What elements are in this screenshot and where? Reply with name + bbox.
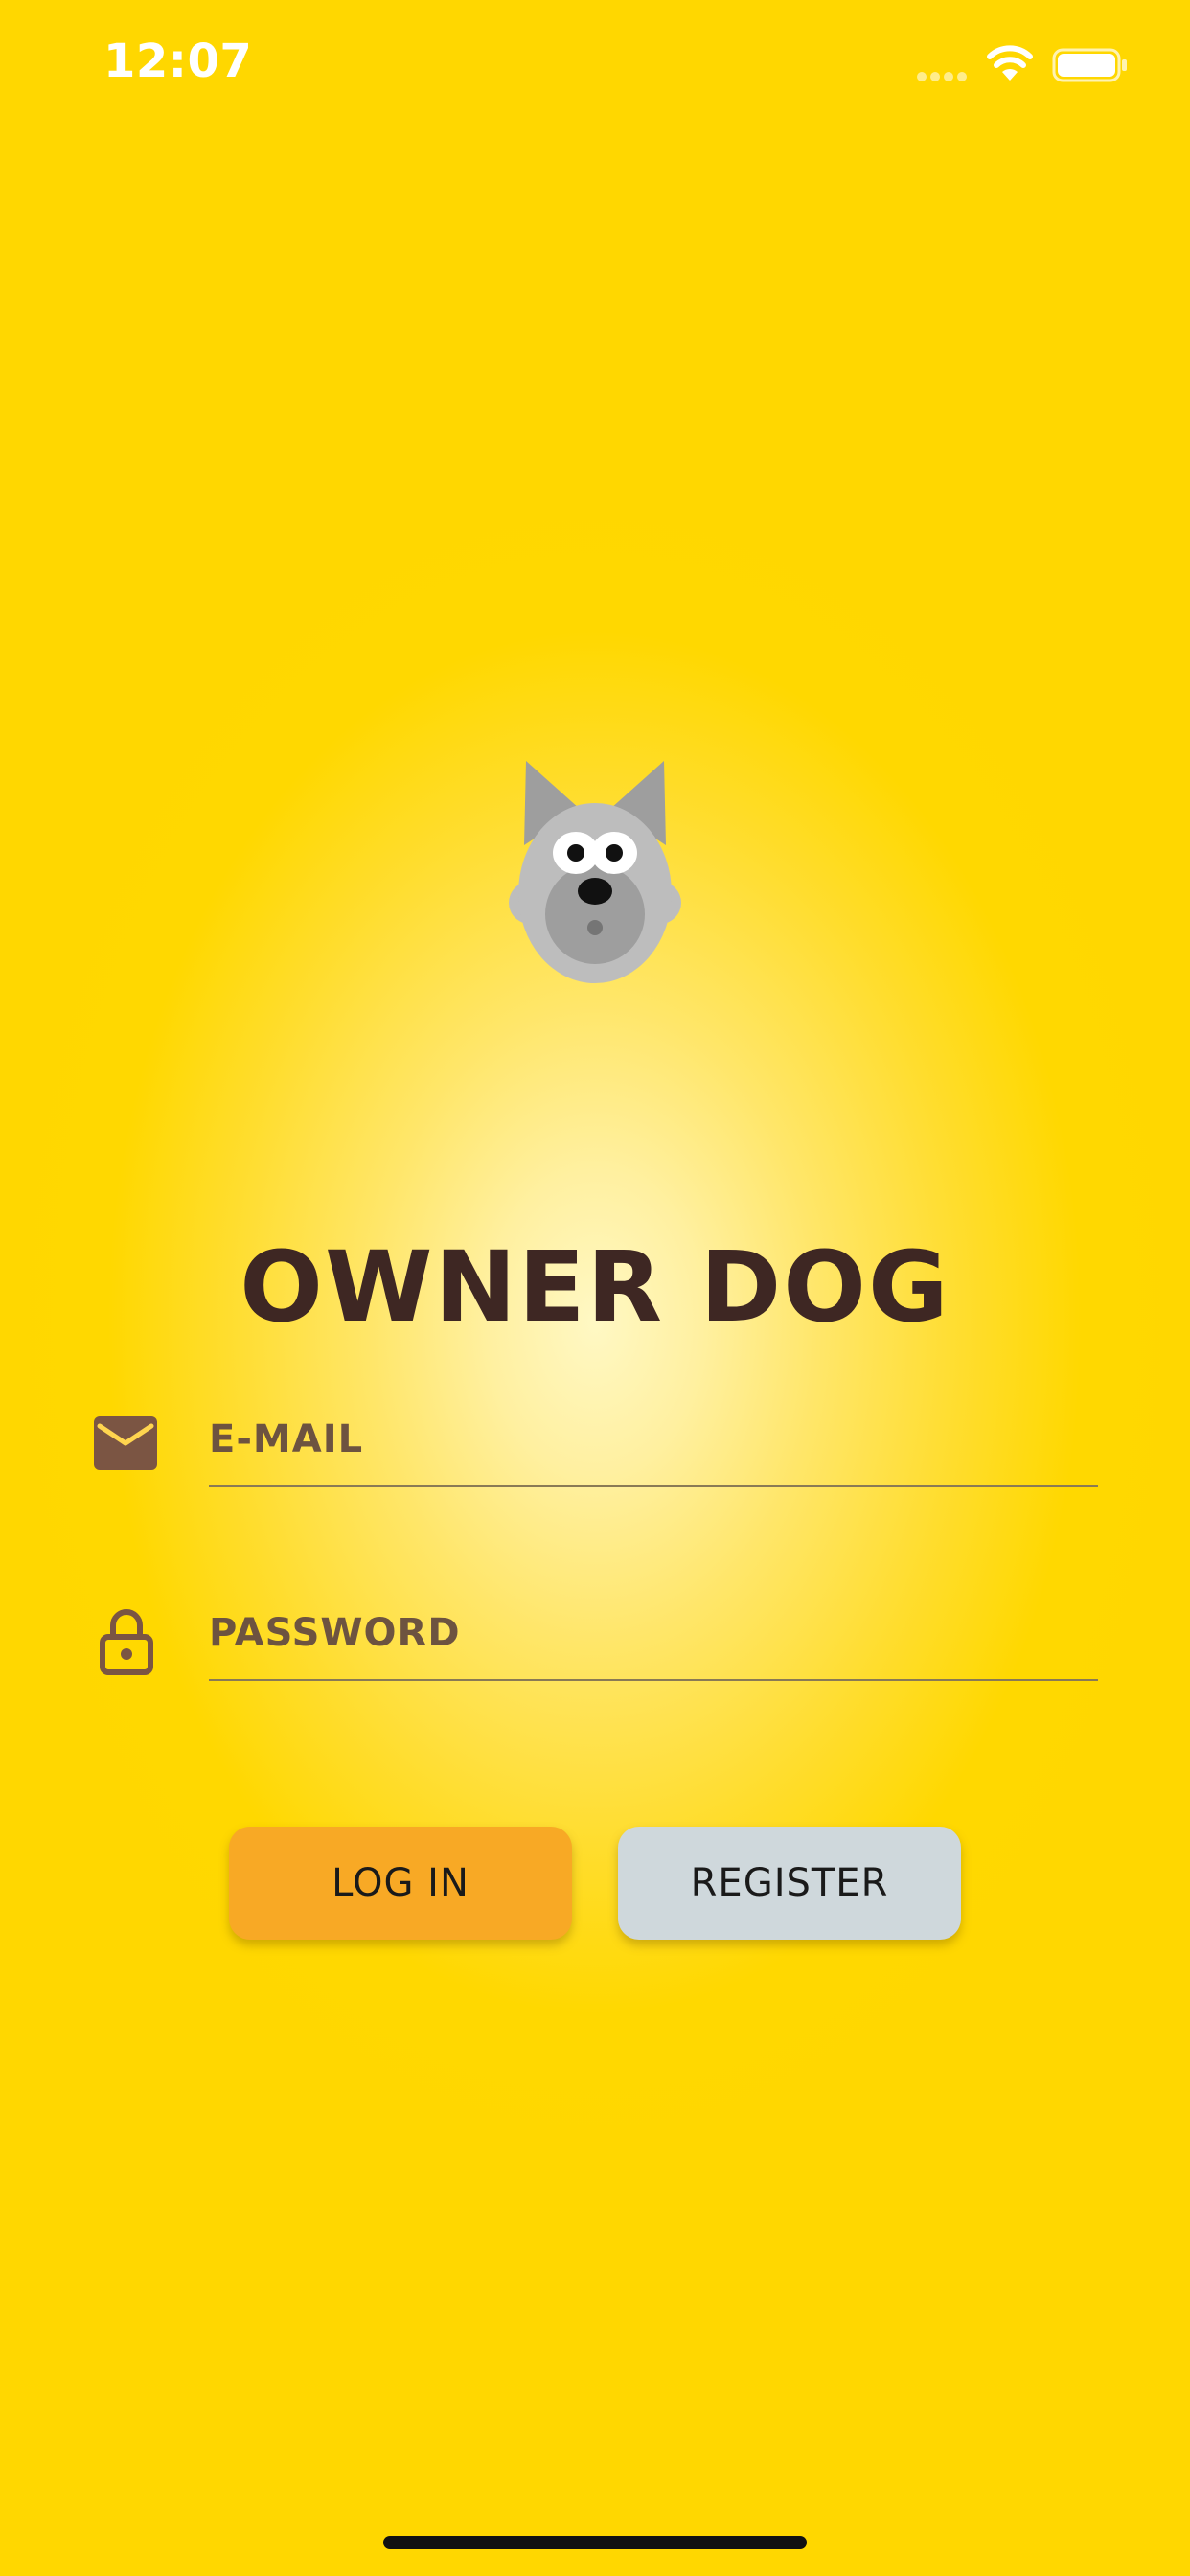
lock-icon <box>100 1609 153 1675</box>
password-input[interactable] <box>209 1587 1098 1681</box>
email-field-group <box>94 1393 1098 1499</box>
status-time: 12:07 <box>103 34 253 88</box>
password-field-group <box>94 1587 1098 1692</box>
register-button[interactable]: REGISTER <box>618 1827 961 1940</box>
login-screen: 12:07 OWNER DOG E-MAIL LOG IN REGISTER <box>0 0 1190 2576</box>
cellular-signal-icon <box>917 72 967 81</box>
login-button[interactable]: LOG IN <box>229 1827 572 1940</box>
battery-icon <box>1052 48 1127 82</box>
mail-icon <box>94 1416 157 1470</box>
email-input[interactable] <box>209 1393 1098 1487</box>
dog-face-icon <box>509 761 681 983</box>
home-indicator[interactable] <box>383 2536 807 2549</box>
wifi-icon <box>987 45 1033 80</box>
app-title: OWNER DOG <box>240 1230 950 1345</box>
status-bar: 12:07 <box>0 0 1190 134</box>
